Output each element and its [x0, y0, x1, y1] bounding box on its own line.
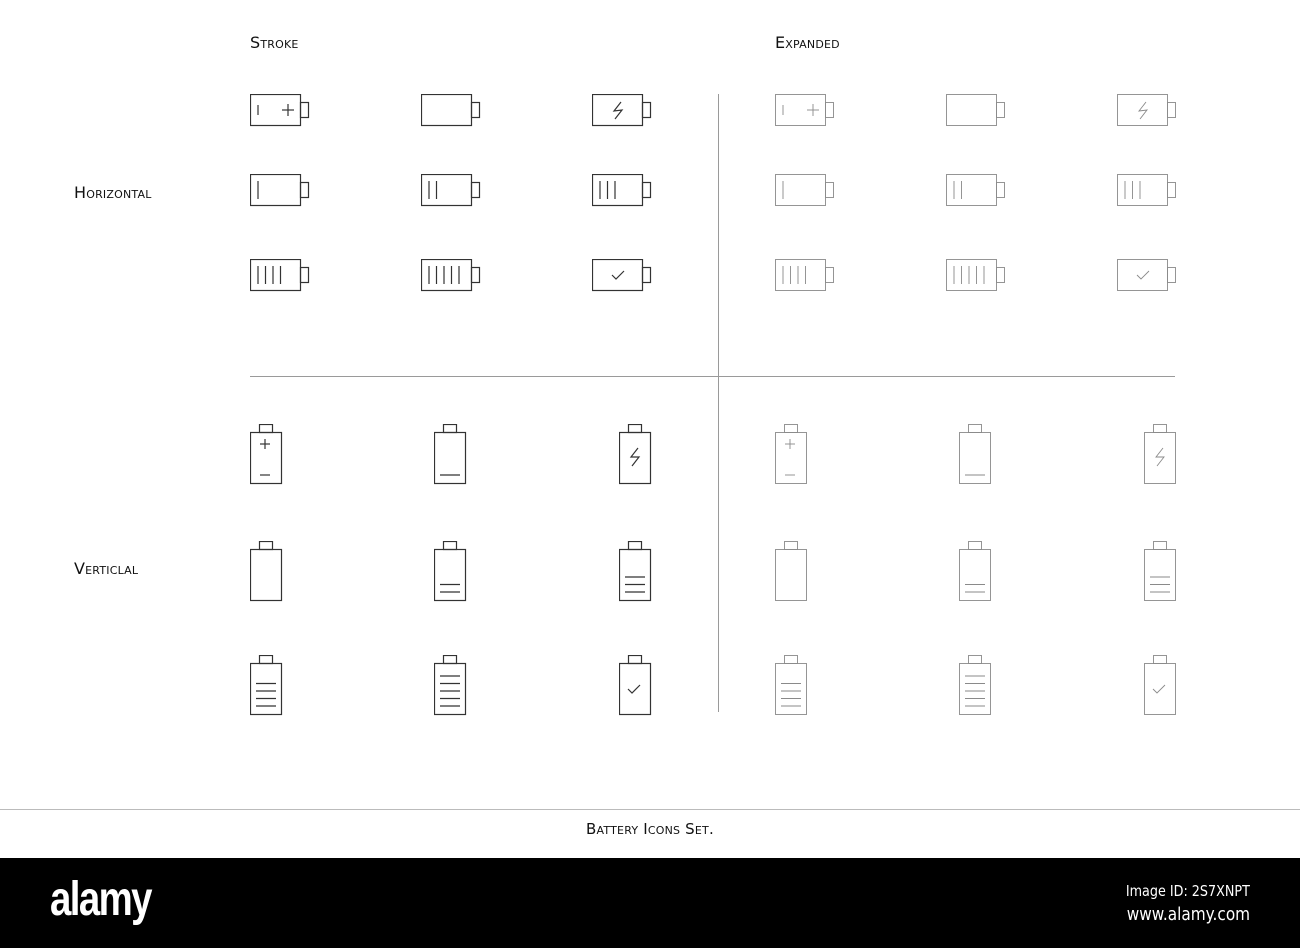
- battery-vertical-plus-minus-stroke-icon: [249, 423, 282, 484]
- battery-vertical-level-2-expanded-icon: [958, 540, 991, 601]
- battery-horizontal-empty-expanded-icon: [945, 93, 1005, 126]
- battery-horizontal-empty-stroke-icon: [420, 93, 480, 126]
- battery-horizontal-level-2-stroke-icon: [420, 173, 480, 206]
- horizontal-row-label: Horizontal: [74, 183, 152, 202]
- battery-vertical-check-stroke-icon: [618, 654, 651, 715]
- site-url: www.alamy.com: [1126, 904, 1250, 925]
- battery-vertical-level-3-expanded-icon: [1143, 540, 1176, 601]
- battery-horizontal-plus-minus-stroke-icon: [249, 93, 309, 126]
- battery-horizontal-check-stroke-icon: [591, 258, 651, 291]
- battery-vertical-level-1-expanded-icon: [958, 423, 991, 484]
- horizontal-divider: [250, 376, 1175, 377]
- stroke-heading: Stroke: [250, 33, 299, 52]
- battery-horizontal-level-2-expanded-icon: [945, 173, 1005, 206]
- battery-vertical-charging-stroke-icon: [618, 423, 651, 484]
- battery-vertical-plus-minus-expanded-icon: [774, 423, 807, 484]
- battery-horizontal-plus-minus-expanded-icon: [774, 93, 834, 126]
- battery-horizontal-charging-stroke-icon: [591, 93, 651, 126]
- battery-vertical-charging-expanded-icon: [1143, 423, 1176, 484]
- battery-horizontal-level-4-expanded-icon: [774, 258, 834, 291]
- battery-horizontal-level-1-expanded-icon: [774, 173, 834, 206]
- battery-horizontal-charging-expanded-icon: [1116, 93, 1176, 126]
- battery-vertical-level-1-stroke-icon: [433, 423, 466, 484]
- battery-vertical-level-3-stroke-icon: [618, 540, 651, 601]
- battery-vertical-level-5-stroke-icon: [433, 654, 466, 715]
- battery-horizontal-level-5-expanded-icon: [945, 258, 1005, 291]
- image-id: Image ID: 2S7XNPT: [1126, 882, 1250, 900]
- battery-vertical-level-4-stroke-icon: [249, 654, 282, 715]
- footer-bar: alamy Image ID: 2S7XNPT www.alamy.com: [0, 858, 1300, 948]
- vertical-row-label: Verticlal: [74, 559, 139, 578]
- expanded-heading: Expanded: [775, 33, 840, 52]
- caption: Battery Icons Set.: [586, 820, 714, 838]
- caption-divider: [0, 809, 1300, 810]
- alamy-logo: alamy: [50, 873, 152, 926]
- battery-horizontal-level-3-expanded-icon: [1116, 173, 1176, 206]
- battery-horizontal-level-5-stroke-icon: [420, 258, 480, 291]
- battery-vertical-check-expanded-icon: [1143, 654, 1176, 715]
- battery-vertical-empty-expanded-icon: [774, 540, 807, 601]
- battery-horizontal-level-3-stroke-icon: [591, 173, 651, 206]
- battery-horizontal-check-expanded-icon: [1116, 258, 1176, 291]
- vertical-divider: [718, 94, 719, 712]
- battery-vertical-level-5-expanded-icon: [958, 654, 991, 715]
- battery-horizontal-level-4-stroke-icon: [249, 258, 309, 291]
- battery-vertical-level-2-stroke-icon: [433, 540, 466, 601]
- battery-horizontal-level-1-stroke-icon: [249, 173, 309, 206]
- battery-vertical-empty-stroke-icon: [249, 540, 282, 601]
- battery-vertical-level-4-expanded-icon: [774, 654, 807, 715]
